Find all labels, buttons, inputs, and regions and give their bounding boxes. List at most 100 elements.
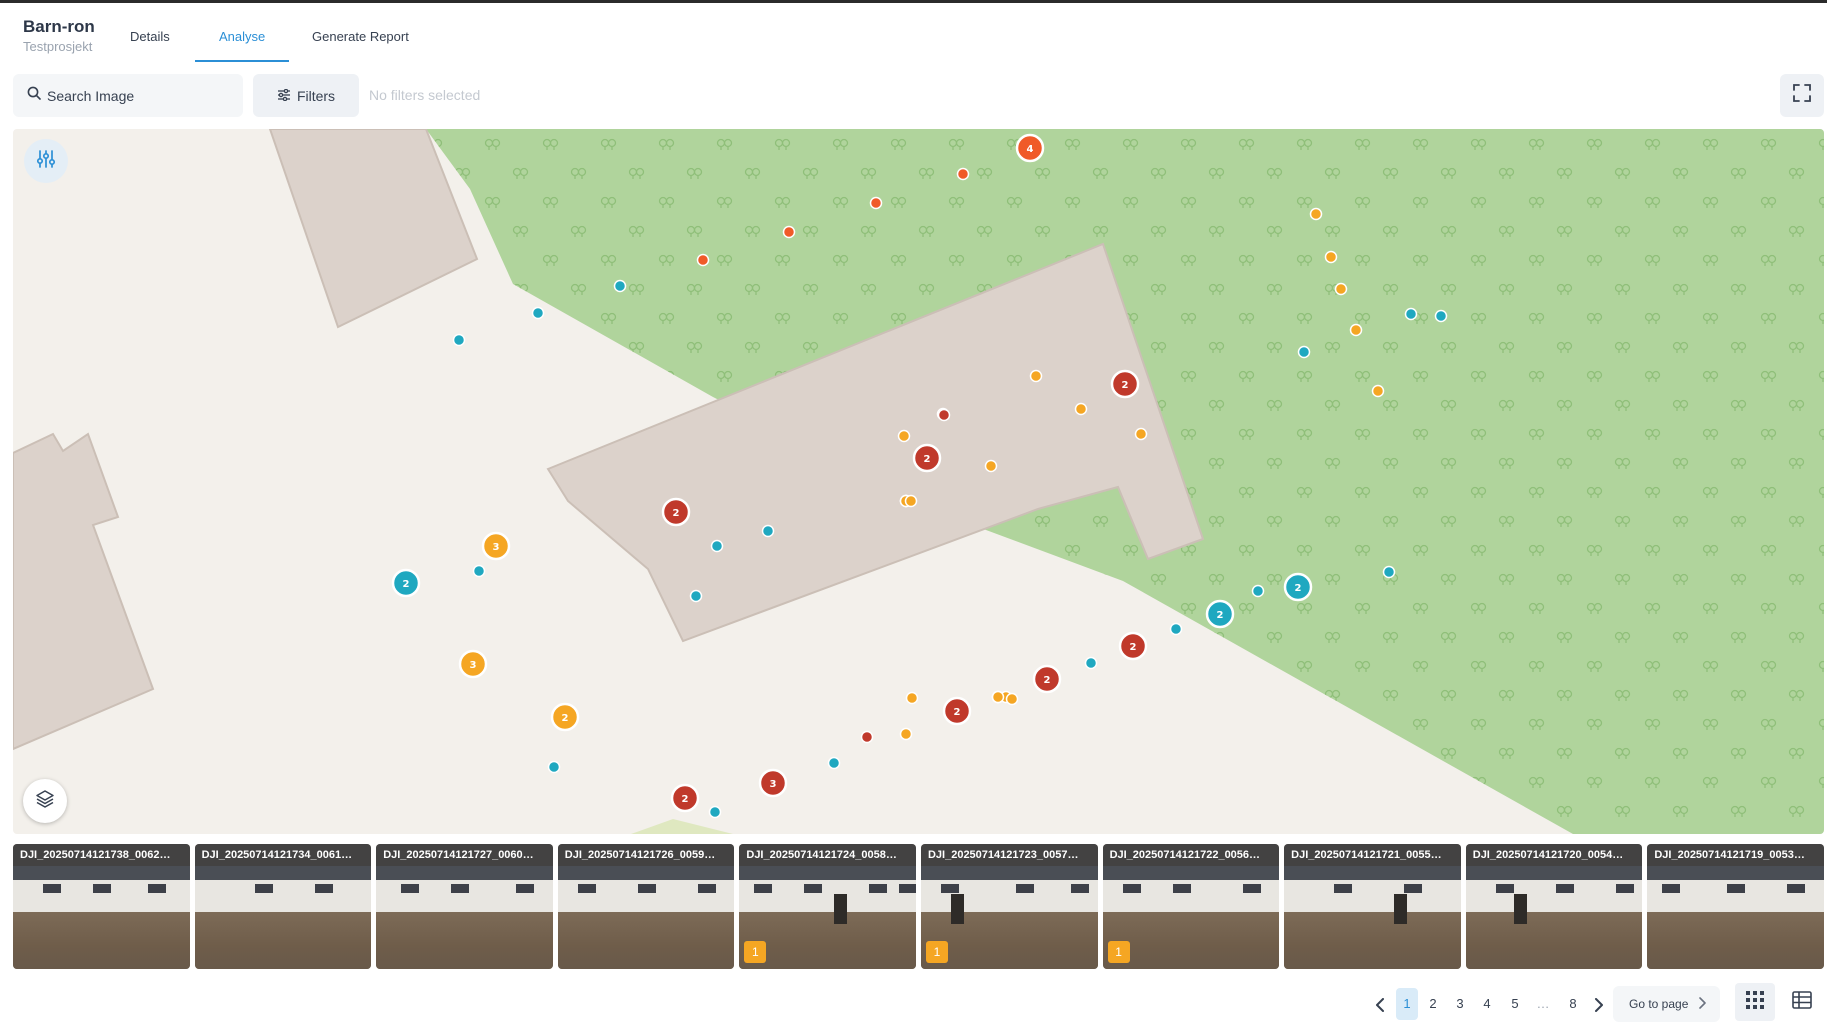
thumbnail-roof: [376, 866, 553, 880]
page-3-button[interactable]: 3: [1449, 988, 1471, 1020]
app-root: Barn-ron Testprosjekt Details Analyse Ge…: [0, 0, 1827, 1027]
thumbnail-filename: DJI_20250714121722_0056…: [1102, 844, 1280, 866]
thumbnail-window: [1495, 884, 1514, 893]
cluster-count: 2: [1122, 380, 1129, 391]
map-cluster[interactable]: 3: [758, 768, 788, 798]
thumbnail-ground: [194, 912, 372, 969]
map-cluster[interactable]: 2: [550, 702, 580, 732]
map-cluster[interactable]: 2: [1110, 369, 1140, 399]
cluster-count: 2: [682, 794, 689, 805]
image-thumbnail[interactable]: DJI_20250714121720_0054…: [1465, 844, 1643, 969]
cluster-count: 3: [470, 660, 477, 671]
tab-details[interactable]: Details: [130, 29, 170, 61]
page-5-button[interactable]: 5: [1504, 988, 1526, 1020]
map-view[interactable]: 4 2 2 2 3 2 3 2 2 2 2 2 2 3 2: [13, 129, 1824, 834]
cluster-count: 2: [1130, 642, 1137, 653]
map-cluster[interactable]: 2: [1205, 599, 1235, 629]
search-box[interactable]: [13, 74, 243, 117]
image-thumbnail[interactable]: DJI_20250714121722_0056… 1: [1102, 844, 1280, 969]
go-to-page-label: Go to page: [1629, 997, 1689, 1011]
thumbnail-filename: DJI_20250714121734_0061…: [194, 844, 372, 866]
thumbnail-roof: [739, 866, 916, 880]
page-4-button[interactable]: 4: [1476, 988, 1498, 1020]
map-cluster[interactable]: 2: [1283, 572, 1313, 602]
go-to-page-button[interactable]: Go to page: [1613, 986, 1720, 1022]
cluster-count: 2: [562, 713, 569, 724]
search-input[interactable]: [47, 87, 237, 104]
map-cluster[interactable]: 3: [458, 649, 488, 679]
thumbnail-window: [1015, 884, 1034, 893]
thumbnail-window: [1070, 884, 1089, 893]
thumbnail-door: [1394, 894, 1408, 924]
thumbnail-filename: DJI_20250714121727_0060…: [376, 844, 553, 866]
thumbnail-ground: [1465, 912, 1643, 969]
map-cluster[interactable]: 3: [481, 531, 511, 561]
image-thumbnail[interactable]: DJI_20250714121726_0059…: [557, 844, 735, 969]
image-strip: DJI_20250714121738_0062… DJI_202507141217…: [13, 844, 1824, 970]
annotation-count-badge: 1: [1107, 941, 1130, 963]
image-thumbnail[interactable]: DJI_20250714121721_0055…: [1284, 844, 1461, 969]
page-1-button[interactable]: 1: [1396, 988, 1418, 1020]
image-thumbnail[interactable]: DJI_20250714121724_0058… 1: [739, 844, 916, 969]
search-icon: [27, 86, 41, 105]
page-8-button[interactable]: 8: [1562, 988, 1584, 1020]
image-thumbnail[interactable]: DJI_20250714121738_0062…: [13, 844, 190, 969]
thumbnail-window: [697, 884, 716, 893]
prev-page-button[interactable]: [1370, 988, 1390, 1020]
chevron-right-icon: [1594, 996, 1604, 1012]
thumbnail-wall: [1284, 880, 1461, 912]
map-cluster[interactable]: 2: [670, 783, 700, 813]
thumbnail-window: [1404, 884, 1423, 893]
map-cluster[interactable]: 2: [942, 696, 972, 726]
thumbnail-window: [401, 884, 420, 893]
project-title: Barn-ron: [23, 17, 95, 36]
image-thumbnail[interactable]: DJI_20250714121719_0053…: [1647, 844, 1824, 969]
table-view-icon: [1792, 990, 1812, 1014]
cluster-count: 2: [924, 454, 931, 465]
map-cluster[interactable]: 4: [1015, 133, 1045, 163]
page-2-button[interactable]: 2: [1422, 988, 1444, 1020]
cluster-count: 3: [493, 542, 500, 553]
table-view-button[interactable]: [1782, 983, 1822, 1021]
fullscreen-button[interactable]: [1780, 74, 1824, 117]
map-cluster[interactable]: 2: [661, 497, 691, 527]
thumbnail-window: [1662, 884, 1681, 893]
chevron-left-icon: [1375, 996, 1385, 1012]
cluster-count: 4: [1027, 144, 1034, 155]
map-cluster-layer: 4 2 2 2 3 2 3 2 2 2 2 2 2 3 2: [391, 133, 1313, 813]
thumbnail-window: [899, 884, 916, 893]
map-cluster[interactable]: 2: [1118, 631, 1148, 661]
tab-generate-report[interactable]: Generate Report: [312, 29, 409, 61]
image-thumbnail[interactable]: DJI_20250714121734_0061…: [194, 844, 372, 969]
map-cluster[interactable]: 2: [912, 443, 942, 473]
filters-button[interactable]: Filters: [253, 74, 359, 117]
image-thumbnail[interactable]: DJI_20250714121723_0057… 1: [920, 844, 1098, 969]
chevron-right-icon: [1698, 996, 1707, 1012]
image-thumbnail[interactable]: DJI_20250714121727_0060…: [376, 844, 553, 969]
tab-analyse[interactable]: Analyse: [219, 29, 265, 61]
thumbnail-window: [1615, 884, 1634, 893]
annotation-count-badge: 1: [925, 941, 948, 963]
thumbnail-door: [950, 894, 964, 924]
map-cluster[interactable]: 2: [391, 568, 421, 598]
annotation-count-badge: 1: [744, 941, 767, 963]
thumbnail-window: [43, 884, 61, 893]
thumbnail-door: [1513, 894, 1527, 924]
next-page-button[interactable]: [1589, 988, 1609, 1020]
thumbnail-filename: DJI_20250714121721_0055…: [1284, 844, 1461, 866]
map-layers-button[interactable]: [23, 779, 67, 823]
map-cluster[interactable]: 2: [1032, 664, 1062, 694]
thumbnail-window: [754, 884, 773, 893]
thumbnail-filename: DJI_20250714121738_0062…: [13, 844, 190, 866]
map-settings-button[interactable]: [24, 139, 68, 183]
thumbnail-window: [516, 884, 535, 893]
page-ellipsis: …: [1536, 996, 1550, 1011]
cluster-count: 2: [673, 508, 680, 519]
thumbnail-window: [637, 884, 656, 893]
grid-view-button[interactable]: [1735, 983, 1775, 1021]
thumbnail-ground: [376, 912, 553, 969]
active-tab-indicator: [195, 60, 289, 62]
cluster-count: 2: [954, 707, 961, 718]
thumbnail-wall: [194, 880, 372, 912]
cluster-count: 2: [403, 579, 410, 590]
